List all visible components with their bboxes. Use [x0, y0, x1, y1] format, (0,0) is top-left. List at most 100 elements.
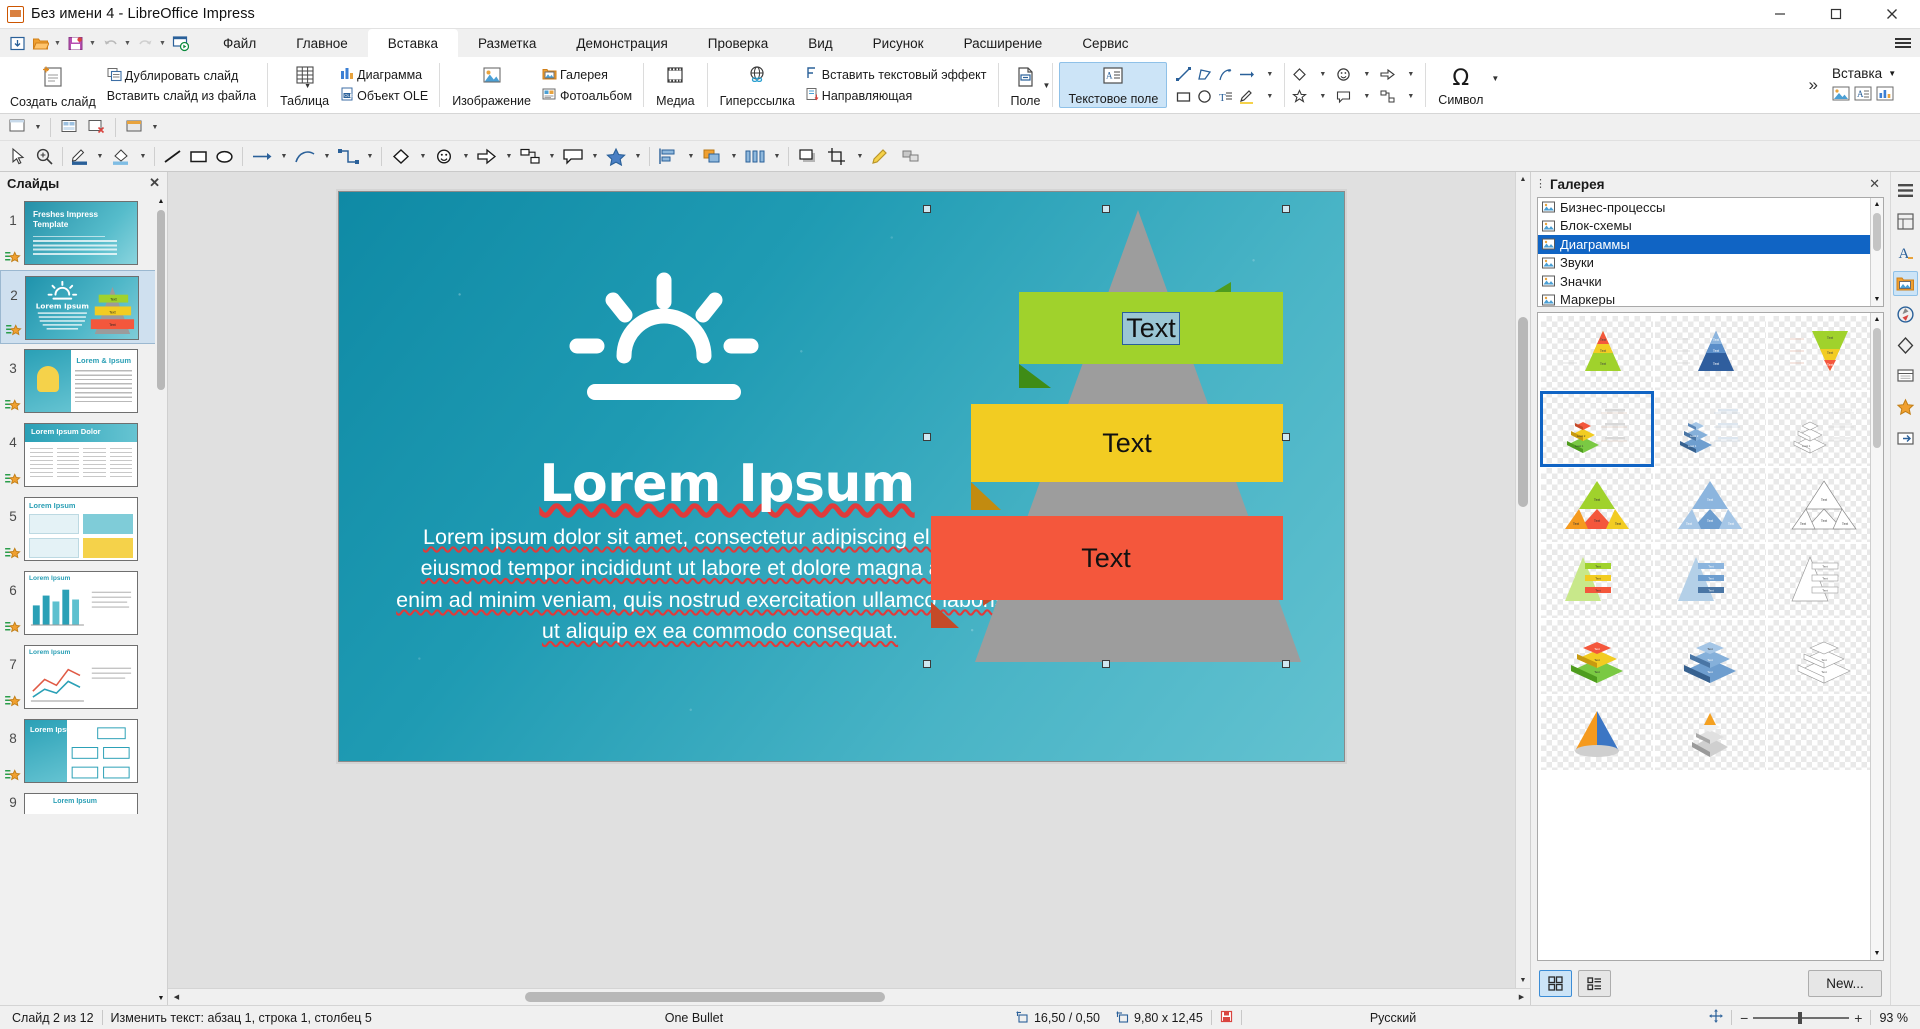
field-button[interactable]: Поле — [1005, 62, 1047, 108]
text-effect-button[interactable]: Вставить текстовый эффект — [801, 65, 992, 84]
gallery-list-view-button[interactable] — [1578, 969, 1611, 997]
save-as-icon[interactable] — [6, 32, 28, 54]
insert-menu-dropdown-icon[interactable]: ▼ — [1888, 69, 1896, 78]
image-button[interactable]: Изображение — [446, 62, 537, 108]
tab-slideshow[interactable]: Демонстрация — [556, 29, 687, 57]
gallery-item-pyramid-3d-color[interactable]: Level 1 Level 2 — [1540, 391, 1654, 467]
slide-layout-icon[interactable] — [57, 116, 82, 139]
line-color-icon[interactable] — [68, 145, 93, 168]
gallery-close-icon[interactable]: ✕ — [1869, 176, 1880, 192]
maximize-button[interactable] — [1808, 0, 1864, 28]
align-objects-icon[interactable] — [655, 145, 684, 168]
gallery-icon-view-button[interactable] — [1539, 969, 1572, 997]
zoom-out-button[interactable]: − — [1740, 1010, 1748, 1026]
connector-icon[interactable] — [334, 145, 363, 168]
duplicate-slide-button[interactable]: Дублировать слайд — [102, 66, 261, 86]
gallery-item-triangle-split-blue[interactable]: Text Text Text Text — [1654, 468, 1767, 542]
gallery-item-triangle-split-outline[interactable]: Text Text Text Text — [1768, 468, 1880, 542]
ole-object-button[interactable]: OLE Объект OLE — [335, 86, 433, 105]
smiley-shape-icon[interactable] — [1334, 65, 1353, 84]
canvas-scroll-right-icon[interactable]: ▶ — [1513, 993, 1530, 1001]
slide-thumbnail-2[interactable]: 2 Lorem Ipsum Text Text Text — [0, 270, 167, 344]
table-dropdown-icon[interactable]: ▼ — [304, 83, 311, 90]
symbol-dropdown-icon[interactable]: ▼ — [1489, 74, 1505, 97]
canvas-hscroll-track[interactable] — [185, 989, 1513, 1005]
tab-file[interactable]: Файл — [203, 29, 276, 57]
sidebar-animation-icon[interactable] — [1893, 395, 1918, 420]
menu-hamburger-icon[interactable] — [1886, 29, 1920, 57]
slide-scroll-thumb[interactable] — [157, 210, 165, 390]
gallery-theme-scroll-down-icon[interactable]: ▼ — [1871, 293, 1883, 306]
slide-title[interactable]: Lorem Ipsum — [487, 454, 967, 514]
arrow-shapes-icon[interactable] — [248, 145, 277, 168]
photo-album-button[interactable]: Фотоальбом — [537, 86, 637, 105]
canvas-horizontal-scrollbar[interactable]: ◀ ▶ — [168, 988, 1530, 1005]
tab-layout[interactable]: Разметка — [458, 29, 556, 57]
new-slide-button[interactable]: Создать слайд — [4, 61, 102, 109]
insert-textbox-quick-icon[interactable]: A — [1854, 85, 1873, 105]
callout-shape-icon[interactable] — [1334, 87, 1353, 106]
gallery-grid-scroll-up-icon[interactable]: ▲ — [1871, 313, 1883, 326]
shadow-icon[interactable] — [794, 145, 823, 168]
canvas-vertical-scrollbar[interactable]: ▲ ▼ — [1515, 172, 1530, 988]
status-unsaved-changes-icon[interactable] — [1212, 1010, 1241, 1026]
gallery-item-pyramid-labels-outline[interactable]: Text Text Text — [1768, 544, 1880, 618]
slide-thumbnail-8[interactable]: 8 Lorem Ipsum — [0, 714, 167, 788]
arrow-tool-icon[interactable] — [1237, 65, 1256, 84]
text-tool-icon[interactable]: T — [1216, 87, 1235, 106]
sidebar-settings-icon[interactable] — [1893, 178, 1918, 203]
redo-dropdown-icon[interactable]: ▼ — [157, 32, 168, 54]
freeform-tool-icon[interactable] — [1195, 65, 1214, 84]
rectangle-tool-icon[interactable] — [1174, 87, 1193, 106]
gallery-grid-scrollbar[interactable]: ▲ ▼ — [1870, 313, 1883, 960]
ribbon-overflow-button[interactable]: » — [1803, 57, 1824, 113]
pyramid-level-3-textbox[interactable]: Text — [929, 516, 1283, 600]
basic-shapes-dropdown-toolbar-icon[interactable]: ▼ — [417, 145, 429, 168]
open-icon[interactable] — [29, 32, 51, 54]
callouts-icon[interactable] — [559, 145, 588, 168]
gallery-item-pyramid-3-color[interactable]: Text Text Text — [1541, 316, 1653, 390]
ellipse-tool-icon[interactable] — [1195, 87, 1214, 106]
block-arrows-dropdown-toolbar-icon[interactable]: ▼ — [503, 145, 515, 168]
save-dropdown-icon[interactable]: ▼ — [87, 32, 98, 54]
insert-menu-button[interactable]: Вставка ▼ — [1832, 66, 1896, 81]
sidebar-properties-icon[interactable] — [1893, 209, 1918, 234]
basic-shapes-dropdown-icon[interactable]: ▼ — [1260, 87, 1279, 106]
symbol-button[interactable]: Ω Символ — [1432, 64, 1489, 107]
flowchart-shape-icon[interactable] — [1378, 87, 1397, 106]
insert-line-icon[interactable] — [160, 145, 185, 168]
new-slide-toolbar-dropdown-icon[interactable]: ▼ — [32, 116, 44, 139]
canvas-scroll-up-icon[interactable]: ▲ — [1516, 172, 1530, 187]
undo-dropdown-icon[interactable]: ▼ — [122, 32, 133, 54]
symbol-shapes-dropdown-icon[interactable]: ▼ — [1357, 65, 1376, 84]
callouts-dropdown-icon[interactable]: ▼ — [1357, 87, 1376, 106]
slide-properties-dropdown-icon[interactable]: ▼ — [149, 116, 161, 139]
minimize-button[interactable] — [1752, 0, 1808, 28]
tab-review[interactable]: Проверка — [688, 29, 788, 57]
insert-ellipse-icon[interactable] — [212, 145, 237, 168]
sidebar-character-icon[interactable]: A — [1893, 240, 1918, 265]
gallery-item-pyramid-labels-color[interactable]: Text Text Text — [1541, 544, 1653, 618]
gallery-item-cone-color[interactable] — [1541, 696, 1653, 770]
gallery-item-stack-3d-color[interactable]: Text Text Text — [1541, 620, 1653, 694]
canvas-vscroll-track[interactable] — [1516, 187, 1530, 973]
flowchart-icon[interactable] — [516, 145, 545, 168]
line-color-dropdown-icon[interactable]: ▼ — [94, 145, 106, 168]
filter-icon[interactable] — [867, 145, 896, 168]
gallery-item-pyramid-labels-blue[interactable]: Text Text Text — [1654, 544, 1767, 618]
status-style[interactable]: One Bullet — [657, 1011, 731, 1025]
symbol-shapes-icon[interactable] — [430, 145, 459, 168]
zoom-slider[interactable]: − + — [1732, 1010, 1870, 1026]
status-language[interactable]: Русский — [1362, 1011, 1424, 1025]
slide-thumbnail-1[interactable]: 1 Freshes Impress Template — [0, 196, 167, 270]
distribute-icon[interactable] — [741, 145, 770, 168]
canvas-hscroll-thumb[interactable] — [525, 992, 885, 1002]
block-arrows-dropdown-icon[interactable]: ▼ — [1401, 65, 1420, 84]
new-slide-toolbar-icon[interactable] — [5, 116, 30, 139]
block-arrow-shape-icon[interactable] — [1378, 65, 1397, 84]
line-tool-icon[interactable] — [1174, 65, 1193, 84]
gallery-theme-sounds[interactable]: Звуки — [1538, 254, 1883, 273]
slide-thumbnail-6[interactable]: 6 Lorem Ipsum — [0, 566, 167, 640]
basic-shapes-dropdown2-icon[interactable]: ▼ — [1313, 65, 1332, 84]
zoom-tool-icon[interactable] — [32, 145, 57, 168]
